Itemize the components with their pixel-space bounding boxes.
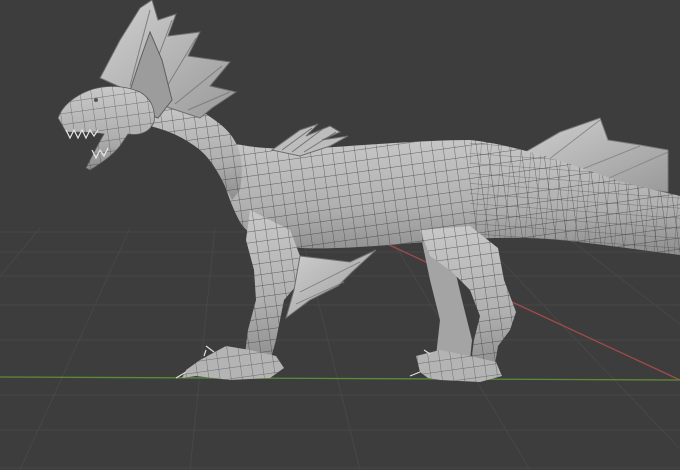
3d-viewport[interactable]: [0, 0, 680, 470]
dragon-eye: [94, 98, 98, 102]
viewport-canvas[interactable]: [0, 0, 680, 470]
